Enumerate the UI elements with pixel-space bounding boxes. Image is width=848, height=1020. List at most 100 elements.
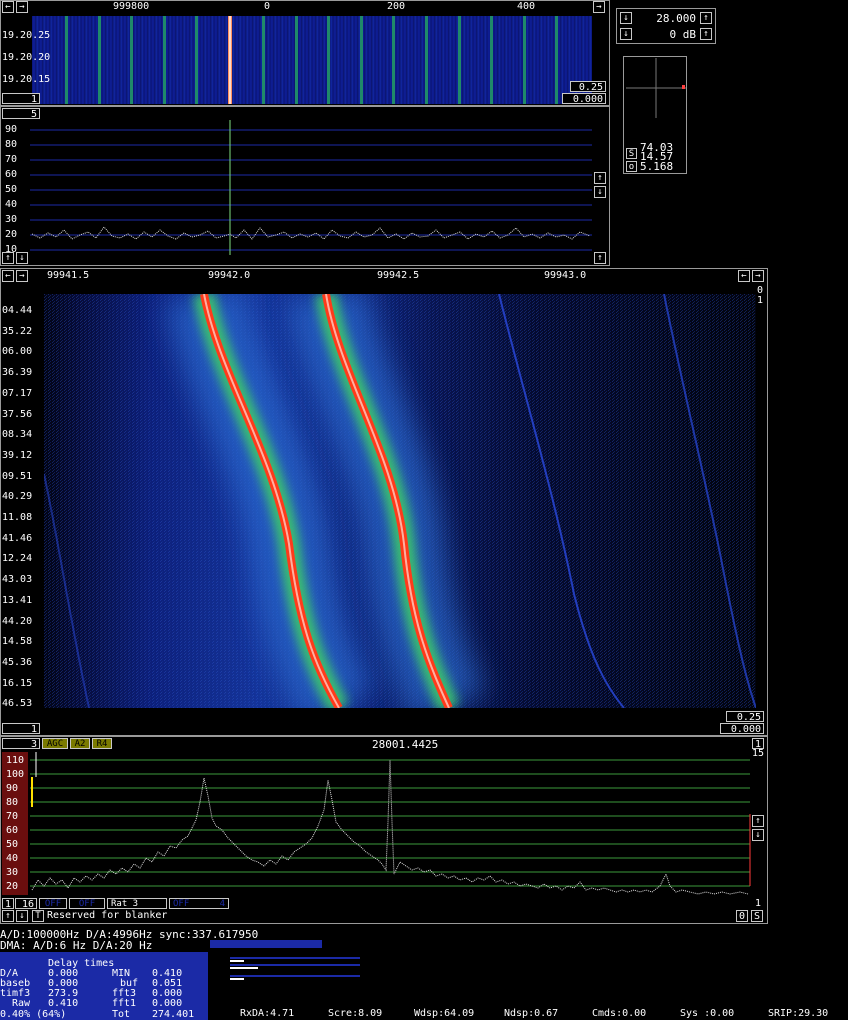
top-waterfall-gain-box[interactable]: 0.25: [570, 81, 606, 93]
main-waterfall-time-label: 43.03: [2, 574, 33, 586]
main-waterfall-time-label: 11.08: [2, 512, 33, 523]
blanker-right-s[interactable]: S: [751, 910, 763, 922]
top-spectrum-zoom-down[interactable]: ↓: [16, 252, 28, 264]
blanker-right-0[interactable]: 0: [736, 910, 748, 922]
top-freq-right-arrow[interactable]: →: [16, 1, 28, 13]
main-waterfall-offset-box[interactable]: 0.000: [720, 723, 764, 735]
blanker-t-button[interactable]: T: [32, 910, 44, 922]
main-spectrum-y-label: 60: [6, 825, 19, 836]
freq-down-arrow[interactable]: ↓: [620, 12, 632, 24]
scope-o-button[interactable]: o: [626, 161, 637, 172]
bottom-bar-1[interactable]: 1: [2, 898, 14, 910]
a2-button[interactable]: A2: [70, 738, 90, 749]
main-waterfall-left-box[interactable]: 1: [2, 723, 40, 735]
main-waterfall-time-label: 12.24: [2, 553, 33, 565]
top-spectrum-up-arrow[interactable]: ↑: [594, 172, 606, 184]
main-spectrum-y-label: 80: [6, 797, 19, 808]
main-waterfall-time-label: 14.58: [2, 636, 33, 648]
scre-status: Scre:8.09: [328, 1008, 383, 1019]
top-waterfall-display[interactable]: [32, 16, 592, 104]
main-waterfall-time-label: 45.36: [2, 656, 33, 668]
top-freq-tick: 400: [517, 1, 536, 12]
main-waterfall-time-label: 36.39: [2, 367, 33, 379]
blanker-label: Reserved for blanker: [47, 910, 168, 921]
main-waterfall-time-label: 07.17: [2, 387, 33, 399]
delay-row-value: 0.410: [48, 998, 79, 1009]
freq-value: 28.000: [656, 12, 696, 25]
main-freq-right-arrow-2[interactable]: →: [752, 270, 764, 282]
rat-button[interactable]: Rat 3: [107, 898, 167, 909]
top-spectrum-zoom-right[interactable]: ↑: [594, 252, 606, 264]
top-time-label: 19.20.20: [2, 52, 51, 63]
dma-bar: [210, 940, 322, 948]
main-waterfall-time-label: 40.29: [2, 491, 33, 503]
top-spectrum-y-label: 20: [5, 229, 18, 240]
cpu-load: 0.40% (64%): [0, 1009, 67, 1020]
gain-down-arrow[interactable]: ↓: [620, 28, 632, 40]
top-freq-scale: 999800 0 200 400: [32, 1, 592, 16]
center-frequency: 28001.4425: [372, 738, 439, 751]
main-waterfall-time-label: 13.41: [2, 594, 33, 606]
main-spectrum-up-arrow[interactable]: ↑: [752, 815, 764, 827]
top-spectrum-y-label: 60: [5, 169, 18, 180]
main-waterfall-gain-box[interactable]: 0.25: [726, 711, 764, 723]
top-spectrum-avg-box[interactable]: 5: [2, 108, 40, 120]
off-button-3-label: OFF: [173, 899, 190, 909]
top-spectrum-y-label: 70: [5, 154, 18, 165]
bottom-bar-16[interactable]: 16: [15, 898, 37, 910]
top-spectrum-y-label: 50: [5, 184, 18, 195]
main-waterfall-time-label: 39.12: [2, 449, 33, 461]
total-value: 274.401: [152, 1009, 195, 1020]
scope-s-button[interactable]: S: [626, 148, 637, 159]
main-spectrum-avg-box[interactable]: 3: [2, 738, 40, 750]
top-waterfall-offset-box[interactable]: 0.000: [562, 93, 606, 105]
off-button-3[interactable]: OFF 4: [169, 898, 229, 909]
top-spectrum-zoom-up[interactable]: ↑: [2, 252, 14, 264]
main-freq-left-arrow[interactable]: ←: [2, 270, 14, 282]
main-freq-tick: 99942.0: [208, 270, 251, 281]
main-waterfall-time-label: 16.15: [2, 677, 33, 689]
main-waterfall-display[interactable]: [44, 294, 756, 708]
total-label: Tot: [112, 1009, 131, 1020]
top-freq-right-arrow-2[interactable]: →: [593, 1, 605, 13]
top-waterfall-left-box[interactable]: 1: [2, 93, 40, 105]
blanker-up-arrow[interactable]: ↑: [2, 910, 14, 922]
main-freq-tick: 99942.5: [377, 270, 420, 281]
off-button-1[interactable]: OFF: [39, 898, 67, 909]
cmds-status: Cmds:0.00: [592, 1008, 647, 1019]
top-freq-left-arrow[interactable]: ←: [2, 1, 14, 13]
top-spectrum-y-label: 90: [5, 124, 18, 135]
agc-button[interactable]: AGC: [42, 738, 68, 749]
main-spectrum-y-label: 90: [6, 783, 19, 794]
main-waterfall-time-label: 06.00: [2, 346, 33, 358]
off-button-2[interactable]: OFF: [69, 898, 105, 909]
status-line-2: DMA: A/D:6 Hz D/A:20 Hz: [0, 939, 153, 952]
main-waterfall-time-label: 35.22: [2, 325, 33, 337]
r4-button[interactable]: R4: [92, 738, 112, 749]
blanker-down-arrow[interactable]: ↓: [16, 910, 28, 922]
top-freq-tick: 0: [264, 1, 271, 12]
top-freq-tick: 999800: [113, 1, 150, 12]
sys-status: Sys :0.00: [680, 1008, 735, 1019]
main-spectrum-bottom-right-value: 1: [755, 898, 762, 909]
main-spectrum-y-label: 70: [6, 811, 19, 822]
off-button-3-value: 4: [219, 899, 225, 909]
main-spectrum-plot[interactable]: [30, 752, 752, 902]
gain-up-arrow[interactable]: ↑: [700, 28, 712, 40]
main-freq-tick: 99941.5: [47, 270, 90, 281]
main-spectrum-y-label: 50: [6, 839, 19, 850]
main-waterfall-time-label: 44.20: [2, 615, 33, 627]
main-freq-right-arrow[interactable]: →: [16, 270, 28, 282]
top-time-label: 19.20.15: [2, 74, 51, 85]
delay-panel: Delay times D/A 0.000 MIN 0.410 baseb 0.…: [0, 952, 208, 1020]
main-spectrum-down-arrow[interactable]: ↓: [752, 829, 764, 841]
top-spectrum-plot[interactable]: [30, 120, 594, 255]
delay-row-label: Raw: [12, 998, 31, 1009]
freq-up-arrow[interactable]: ↑: [700, 12, 712, 24]
scope-value-3: 5.168: [640, 160, 674, 173]
gain-value: 0 dB: [669, 28, 697, 41]
main-freq-left-arrow-2[interactable]: ←: [738, 270, 750, 282]
main-waterfall-right-top-1: 1: [757, 295, 764, 306]
top-spectrum-down-arrow[interactable]: ↓: [594, 186, 606, 198]
main-freq-tick: 99943.0: [544, 270, 587, 281]
